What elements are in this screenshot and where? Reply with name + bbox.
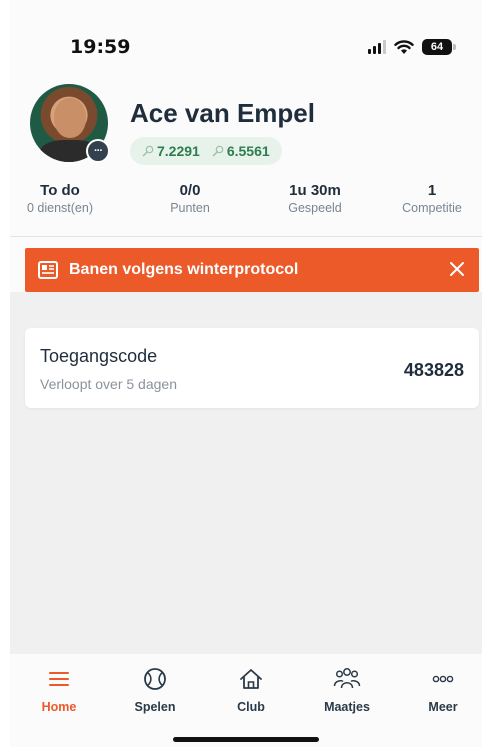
stat-value: To do — [40, 182, 80, 199]
stat-label: Gespeeld — [288, 201, 342, 215]
access-code-card[interactable]: Toegangscode Verloopt over 5 dagen 48382… — [25, 328, 479, 408]
access-code-value: 483828 — [403, 360, 464, 380]
people-icon — [333, 668, 361, 689]
stat-label: Competitie — [402, 201, 462, 215]
tennis-ball-icon — [144, 668, 166, 690]
profile-name: Ace van Empel — [130, 98, 315, 128]
stat-points[interactable]: 0/0 Punten — [145, 182, 235, 215]
rating-singles-value: 7.2291 — [157, 143, 200, 159]
wifi-icon — [394, 39, 414, 54]
access-code-expiry: Verloopt over 5 dagen — [40, 376, 177, 392]
stat-value: 1u 30m — [289, 182, 341, 199]
status-time: 19:59 — [70, 36, 131, 58]
rating-doubles: 6.5561 — [212, 143, 270, 159]
tab-label: Meer — [428, 700, 458, 714]
rating-singles: 7.2291 — [142, 143, 200, 159]
avatar-more-button[interactable]: ··· — [86, 139, 110, 163]
newspaper-icon — [38, 261, 58, 279]
stat-label: Punten — [170, 201, 210, 215]
stat-value: 1 — [427, 182, 437, 199]
stat-todo[interactable]: To do 0 dienst(en) — [10, 182, 110, 215]
access-code-title: Toegangscode — [40, 346, 158, 366]
home-indicator[interactable] — [173, 737, 319, 742]
stat-played[interactable]: 1u 30m Gespeeld — [265, 182, 365, 215]
stat-competition[interactable]: 1 Competitie — [392, 182, 472, 215]
status-icons: 64 — [368, 39, 456, 55]
tab-meer[interactable]: Meer — [408, 666, 478, 714]
house-icon — [240, 669, 262, 689]
tab-maatjes[interactable]: Maatjes — [312, 666, 382, 714]
app-screen: 19:59 64 ··· Ace van Empel 7.2291 6.5561… — [10, 0, 482, 747]
tab-club[interactable]: Club — [216, 666, 286, 714]
tab-label: Maatjes — [324, 700, 370, 714]
status-bar: 19:59 64 — [10, 36, 482, 60]
battery-icon: 64 — [422, 39, 456, 55]
signal-icon — [368, 40, 386, 54]
menu-icon — [49, 672, 69, 686]
tab-label: Spelen — [134, 700, 176, 714]
announcement-banner[interactable]: Banen volgens winterprotocol — [25, 248, 479, 292]
tab-label: Home — [41, 700, 77, 714]
more-dots-icon — [432, 675, 454, 683]
banner-text: Banen volgens winterprotocol — [69, 261, 299, 278]
racket-icon — [142, 145, 154, 157]
tab-home[interactable]: Home — [24, 666, 94, 714]
stat-value: 0/0 — [179, 182, 201, 199]
stat-label: 0 dienst(en) — [26, 201, 93, 215]
racket-icon — [212, 145, 224, 157]
tab-spelen[interactable]: Spelen — [120, 666, 190, 714]
close-icon[interactable] — [447, 259, 467, 279]
divider — [10, 236, 482, 237]
rating-badges: 7.2291 6.5561 — [130, 137, 282, 165]
tab-label: Club — [237, 700, 265, 714]
battery-level: 64 — [430, 41, 444, 53]
tab-bar: Home Spelen Club Maatjes Meer — [10, 654, 482, 747]
rating-doubles-value: 6.5561 — [226, 143, 270, 159]
